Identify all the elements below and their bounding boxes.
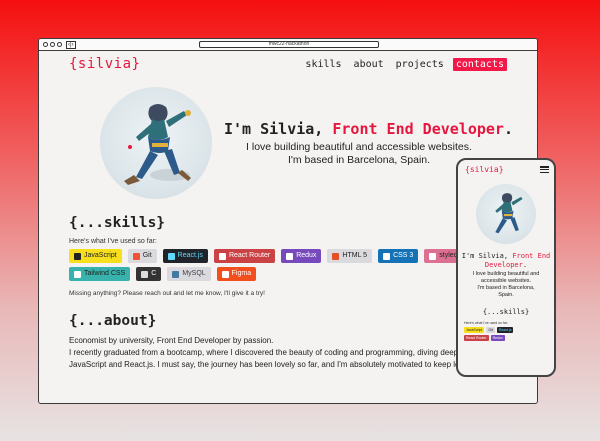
mobile-skills-intro: Here's what I've used so far: <box>464 321 508 325</box>
skill-logo-icon <box>132 252 140 260</box>
skill-logo-icon <box>141 270 149 278</box>
skill-logo-icon <box>74 252 81 260</box>
mobile-skill-badge: React.js <box>496 327 514 333</box>
skills-intro: Here's what I've used so far: <box>69 238 157 245</box>
mobile-skill-badge: Git <box>486 327 495 333</box>
back-forward-icon[interactable]: ‹|› <box>66 40 76 49</box>
site-header: {silvia} skills about projects contacts <box>69 51 507 77</box>
hero-title-accent: Front End Developer <box>332 119 504 138</box>
mobile-skill-badge: JavaScript <box>464 327 485 333</box>
mobile-skill-badges: JavaScript Git React.js React Router Redux <box>464 327 534 341</box>
skills-missing-note: Missing anything? Please reach out and l… <box>69 290 265 297</box>
skill-logo-icon <box>383 252 391 260</box>
minimize-window-icon[interactable] <box>50 42 55 47</box>
nav-projects[interactable]: projects <box>393 58 447 71</box>
mobile-title-suffix: . <box>522 261 528 269</box>
mobile-skill-badge: React Router <box>464 335 489 341</box>
skill-badge: CSS 3 <box>378 249 419 263</box>
skill-badge-label: MySQL <box>182 270 206 277</box>
skill-badge-label: Redux <box>296 252 317 259</box>
mobile-sub-line-4: Spain. <box>498 292 514 298</box>
about-paragraph-2: I recently graduated from a bootcamp, wh… <box>69 348 482 369</box>
skill-badge-label: React Router <box>228 252 271 259</box>
skill-badge: C <box>136 267 162 281</box>
skills-title: {...skills} <box>69 215 166 231</box>
skill-logo-icon <box>172 270 180 278</box>
mobile-sub-line-3: I'm based in Barcelona, <box>477 285 535 291</box>
skill-badge-label: CSS 3 <box>393 252 414 259</box>
hero-location: I'm based in Barcelona, Spain. <box>287 153 431 166</box>
hero-tagline: I love building beautiful and accessible… <box>246 140 472 153</box>
skill-badge: Git <box>127 249 157 263</box>
mobile-logo[interactable]: {silvia} <box>465 165 504 174</box>
skill-badge-label: HTML 5 <box>342 252 368 259</box>
mobile-avatar-illustration <box>495 193 523 234</box>
skill-badge-label: Figma <box>231 270 252 277</box>
skill-logo-icon <box>74 270 81 278</box>
nav-contacts[interactable]: contacts <box>452 57 507 71</box>
avatar <box>100 87 212 199</box>
mobile-skills-title: {...skills} <box>482 308 530 316</box>
skill-badges: JavaScript Git React.js React Router Redux HT… <box>69 249 509 281</box>
mobile-hero-title: I'm Silvia, Front End Developer. <box>458 252 554 270</box>
mobile-hero-sub: I love building beautiful and accessible… <box>458 271 554 299</box>
about-paragraph-1: Economist by university, Front End Devel… <box>69 336 274 345</box>
skill-badge-label: JavaScript <box>84 252 117 259</box>
nav-skills[interactable]: skills <box>302 58 344 71</box>
skill-logo-icon <box>286 252 294 260</box>
skill-badge: JavaScript <box>69 249 122 263</box>
skill-logo-icon <box>332 252 340 260</box>
url-bar[interactable]: mwc22-hackathon <box>199 41 379 48</box>
mobile-avatar <box>476 184 536 244</box>
hero-title-prefix: I'm Silvia, <box>224 119 333 138</box>
skill-badge: Figma <box>216 267 257 281</box>
mobile-skill-badge: Redux <box>490 335 505 341</box>
mobile-sub-line-2: accessible websites. <box>480 278 532 284</box>
skill-badge-label: styled <box>439 252 458 259</box>
mobile-sub-line-1: I love building beautiful and <box>472 271 540 277</box>
skill-badge-label: Tailwind CSS <box>84 270 126 277</box>
skill-logo-icon <box>221 270 229 278</box>
hero-title: I'm Silvia, Front End Developer. <box>224 119 513 138</box>
skill-logo-icon <box>218 252 226 260</box>
about-text: Economist by university, Front End Devel… <box>69 335 499 371</box>
mobile-title-prefix: I'm Silvia, <box>461 252 513 260</box>
skill-badge: React.js <box>162 249 208 263</box>
nav-about[interactable]: about <box>351 58 387 71</box>
hamburger-menu-icon[interactable] <box>540 166 549 173</box>
skill-badge: MySQL <box>167 267 211 281</box>
skill-badge: HTML 5 <box>327 249 373 263</box>
skill-badge-label: C <box>151 270 157 277</box>
skills-section: {...skills} Here's what I've used so far… <box>69 215 507 297</box>
hero-section: I'm Silvia, Front End Developer. I love … <box>69 84 513 202</box>
about-title: {...about} <box>69 313 157 329</box>
avatar-illustration <box>124 104 191 185</box>
mobile-header: {silvia} <box>458 160 554 174</box>
skill-badge: React Router <box>213 249 276 263</box>
skill-badge-label: React.js <box>177 252 203 259</box>
browser-title-bar: ‹|› mwc22-hackathon <box>39 39 537 51</box>
about-section: {...about} Economist by university, Fron… <box>69 313 507 371</box>
skill-badge: Redux <box>281 249 322 263</box>
skill-badge-label: Git <box>142 252 152 259</box>
hero-text: I'm Silvia, Front End Developer. I love … <box>224 119 513 167</box>
hero-title-suffix: . <box>503 119 513 138</box>
site-logo[interactable]: {silvia} <box>69 56 140 72</box>
maximize-window-icon[interactable] <box>57 42 62 47</box>
skill-logo-icon <box>429 252 437 260</box>
skill-badge: Tailwind CSS <box>69 267 131 281</box>
window-controls <box>43 42 62 47</box>
close-window-icon[interactable] <box>43 42 48 47</box>
mobile-phone-mockup: {silvia} I'm Silvia, Front End Developer… <box>456 158 556 377</box>
skill-logo-icon <box>167 252 175 260</box>
main-nav: skills about projects contacts <box>302 57 507 71</box>
